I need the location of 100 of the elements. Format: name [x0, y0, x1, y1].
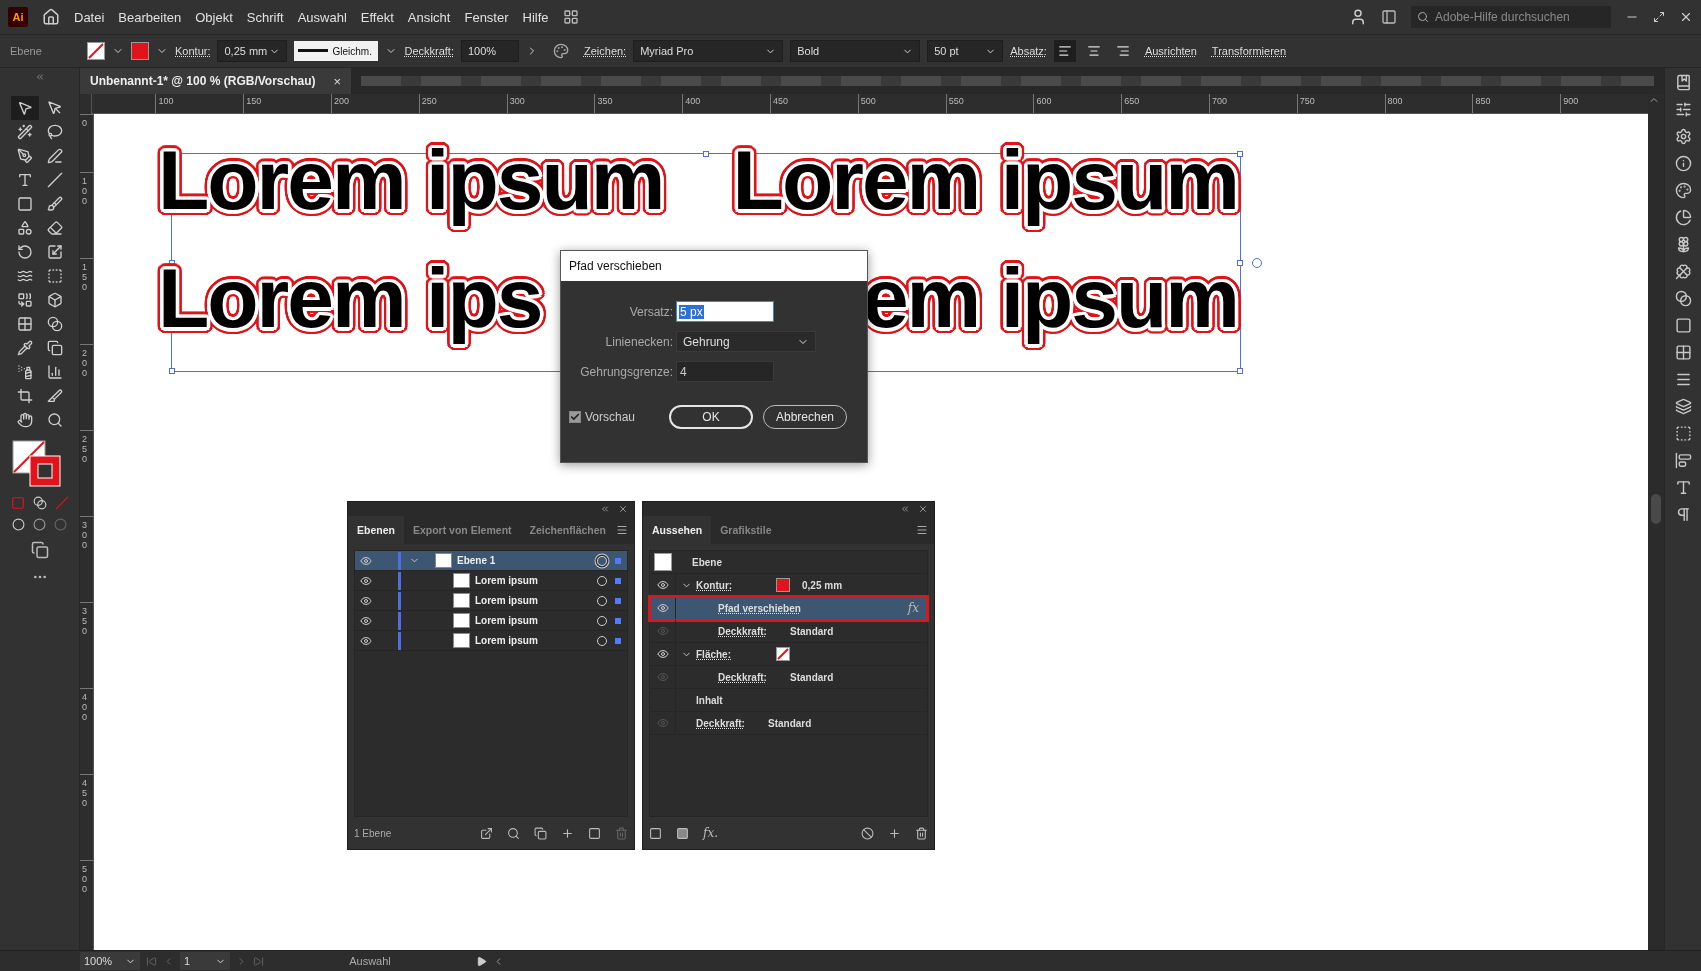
- menu-icon[interactable]: [616, 524, 628, 536]
- palette-icon[interactable]: [1674, 182, 1692, 199]
- menu-item[interactable]: Objekt: [195, 9, 233, 25]
- layers-icon[interactable]: [1674, 398, 1692, 415]
- add-effect-button[interactable]: fx.: [703, 826, 719, 840]
- collapse-icon[interactable]: [600, 504, 610, 514]
- user-icon[interactable]: [1349, 8, 1367, 26]
- close-tab-button[interactable]: ×: [333, 73, 342, 89]
- attribute-label[interactable]: Kontur:: [696, 579, 776, 591]
- screen-mode-icon[interactable]: [30, 541, 49, 559]
- eye-icon[interactable]: [656, 648, 669, 660]
- eye-icon[interactable]: [656, 579, 669, 591]
- checkbox[interactable]: [569, 411, 581, 423]
- draw-normal-icon[interactable]: [12, 518, 25, 531]
- book-icon[interactable]: [1674, 74, 1692, 91]
- dropdown-field[interactable]: Gehrung: [676, 331, 816, 352]
- opacity-label[interactable]: Deckkraft:: [404, 45, 454, 57]
- square-icon[interactable]: [649, 826, 662, 840]
- font-size-field[interactable]: 50 pt: [927, 40, 1004, 62]
- align-button[interactable]: [1053, 40, 1076, 62]
- menu-item[interactable]: Ansicht: [407, 9, 451, 25]
- eye-icon[interactable]: [360, 574, 372, 587]
- appearance-row[interactable]: Inhalt: [650, 689, 927, 712]
- info-icon[interactable]: [1674, 155, 1692, 172]
- appearance-row[interactable]: Deckkraft: Standard: [650, 712, 927, 735]
- selection-handle[interactable]: [169, 368, 175, 374]
- attribute-label[interactable]: Deckkraft:: [718, 671, 790, 683]
- stroke-swatch[interactable]: [131, 42, 149, 60]
- menu-item[interactable]: Datei: [74, 9, 105, 25]
- stroke-label[interactable]: Kontur:: [175, 45, 211, 57]
- menu-item[interactable]: Fenster: [464, 9, 509, 25]
- search-field[interactable]: Adobe-Hilfe durchsuchen: [1411, 6, 1611, 28]
- trash-icon[interactable]: [915, 826, 928, 840]
- close-icon[interactable]: [918, 504, 928, 514]
- menu-item[interactable]: Schrift: [246, 9, 284, 25]
- panel-tab[interactable]: Aussehen: [643, 516, 712, 544]
- rotate-handle[interactable]: [1252, 257, 1262, 268]
- pie-icon[interactable]: [1674, 209, 1692, 226]
- font-style-field[interactable]: Bold: [790, 40, 921, 62]
- align-icon[interactable]: [1674, 452, 1692, 469]
- effect-link[interactable]: Pfad verschieben: [718, 602, 878, 614]
- tool-button[interactable]: [10, 96, 39, 120]
- clear-icon[interactable]: [861, 826, 874, 840]
- document-tab[interactable]: Unbenannt-1* @ 100 % (RGB/Vorschau) ×: [80, 68, 352, 94]
- paragraph-label[interactable]: Absatz:: [1010, 45, 1047, 57]
- toolbar-link[interactable]: Ausrichten: [1140, 45, 1201, 57]
- eye-icon[interactable]: [360, 554, 372, 567]
- appearance-row[interactable]: Fläche:: [650, 643, 927, 666]
- search-icon[interactable]: [507, 826, 520, 840]
- panel-icon[interactable]: [1381, 9, 1397, 25]
- panel-tab[interactable]: Ebenen: [348, 516, 404, 544]
- eye-icon[interactable]: [360, 614, 372, 627]
- draw-behind-icon[interactable]: [33, 518, 46, 531]
- gradient-mode-icon[interactable]: [32, 496, 47, 510]
- input-field[interactable]: 5 px: [676, 301, 774, 322]
- opacity-field[interactable]: 100%: [461, 40, 519, 62]
- appearance-row[interactable]: Deckkraft: Standard: [650, 666, 927, 689]
- menu-item[interactable]: Auswahl: [297, 9, 347, 25]
- attribute-label[interactable]: Deckkraft:: [718, 625, 790, 637]
- selection-handle[interactable]: [1237, 151, 1243, 157]
- attribute-label[interactable]: Fläche:: [696, 648, 776, 660]
- layer-row[interactable]: Lorem ipsum: [355, 591, 627, 611]
- layer-row[interactable]: Lorem ipsum: [355, 571, 627, 591]
- selection-handle[interactable]: [1237, 259, 1243, 266]
- home-icon[interactable]: [42, 8, 60, 26]
- color-mode-icon[interactable]: [10, 496, 25, 510]
- layer-row[interactable]: Lorem ipsum: [355, 631, 627, 651]
- grid-icon[interactable]: [1674, 344, 1692, 361]
- font-field[interactable]: Myriad Pro: [633, 40, 784, 62]
- selection-handle[interactable]: [1237, 368, 1243, 374]
- none-swatch[interactable]: [776, 647, 790, 661]
- appearance-row[interactable]: Pfad verschieben fx: [650, 597, 927, 620]
- eye-icon[interactable]: [360, 634, 372, 647]
- close-icon[interactable]: [1679, 10, 1693, 24]
- lines-icon[interactable]: [1674, 371, 1692, 388]
- sliders-icon[interactable]: [1674, 101, 1692, 118]
- eye-icon[interactable]: [360, 594, 372, 607]
- fill-none-swatch[interactable]: [87, 42, 105, 60]
- play-icon[interactable]: [476, 955, 487, 967]
- workspace-icon[interactable]: [562, 9, 579, 25]
- input-field[interactable]: 4: [676, 361, 774, 382]
- selection-handle[interactable]: [703, 151, 709, 157]
- zoom-field[interactable]: 100%: [80, 952, 140, 970]
- recolor-icon[interactable]: [553, 43, 569, 59]
- close-icon[interactable]: [618, 504, 628, 514]
- menu-item[interactable]: Effekt: [360, 9, 394, 25]
- none-mode-icon[interactable]: [54, 496, 69, 510]
- type-icon[interactable]: [1674, 479, 1692, 496]
- layer-row[interactable]: Ebene 1: [355, 551, 627, 571]
- stroke-weight-field[interactable]: 0,25 mm: [217, 40, 288, 62]
- eye-icon[interactable]: [656, 602, 669, 614]
- character-label[interactable]: Zeichen:: [584, 45, 627, 57]
- artboard-field[interactable]: 1: [180, 952, 230, 970]
- toolbar-link[interactable]: Transformieren: [1207, 45, 1291, 57]
- layer-row[interactable]: Lorem ipsum: [355, 611, 627, 631]
- appearance-row[interactable]: Deckkraft: Standard: [650, 620, 927, 643]
- dialog-button[interactable]: OK: [669, 405, 753, 429]
- dashed-square-icon[interactable]: [1674, 425, 1692, 442]
- scroll-thumb[interactable]: [1651, 494, 1661, 524]
- menu-item[interactable]: Hilfe: [522, 9, 549, 25]
